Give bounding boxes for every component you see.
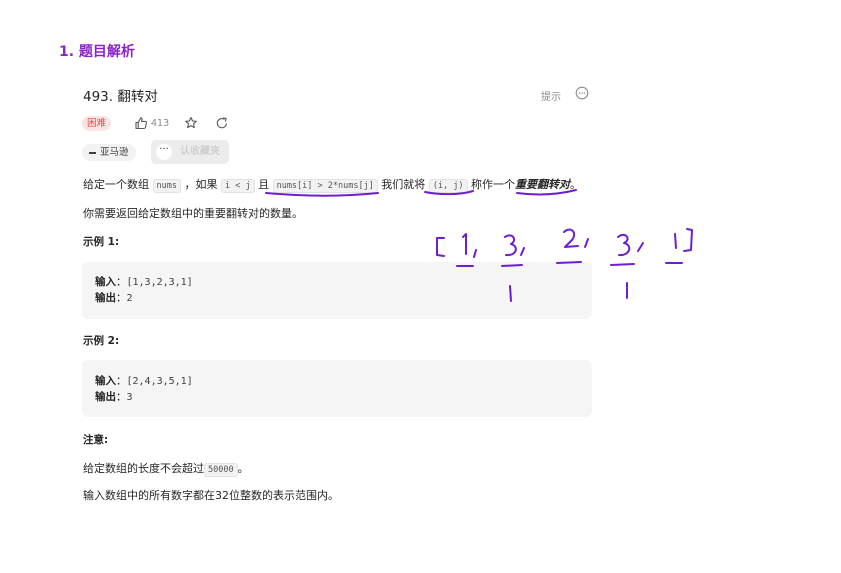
input-value: [1,3,2,3,1]	[126, 277, 193, 288]
ink-dash-4	[610, 263, 635, 266]
desc-text: 称作一个	[467, 178, 516, 191]
ink-digit-3b	[617, 233, 631, 257]
example-1-input: 输入：[1,3,2,3,1]	[95, 276, 193, 288]
ink-digit-3	[504, 234, 517, 257]
inline-code: nums[i] > 2*nums[j]	[272, 179, 378, 193]
tag-dash-icon	[89, 151, 96, 154]
note-line-1: 给定数组的长度不会超过 50000。	[83, 460, 249, 477]
example-2-box: 输入：[2,4,3,5,1] 输出：3	[82, 360, 592, 417]
ink-digit-2	[563, 228, 579, 248]
desc-text: 我们就将	[377, 178, 429, 191]
problem-title[interactable]: 493. 翻转对	[83, 85, 158, 105]
example-1-heading: 示例 1:	[83, 236, 120, 248]
thumbs-up-icon	[135, 117, 147, 130]
ink-underline-1	[265, 192, 379, 197]
example-2-input: 输入：[2,4,3,5,1]	[95, 375, 193, 387]
ink-comma-1	[473, 249, 477, 258]
more-options-icon[interactable]	[575, 86, 589, 100]
output-label: 输出	[95, 292, 116, 304]
ink-comma-4	[637, 242, 644, 252]
company-tag-label: 亚马逊	[100, 147, 129, 158]
inline-code: 50000	[204, 463, 238, 477]
like-count: 413	[151, 117, 170, 129]
input-label: 输入	[95, 276, 116, 288]
inline-code: nums	[152, 179, 181, 193]
ink-close-bracket	[683, 228, 693, 252]
ink-comma-3	[584, 238, 589, 248]
desc-text: 给定一个数组	[83, 178, 153, 191]
example-2-output: 输出：3	[95, 391, 133, 403]
difficulty-badge: 困难	[82, 116, 112, 131]
more-dots-icon: ···	[156, 144, 172, 160]
note-text: 。	[237, 462, 249, 475]
hint-link[interactable]: 提示	[541, 88, 561, 103]
ink-digit-1b	[674, 233, 677, 249]
output-label: 输出	[95, 391, 116, 403]
emphasis-term: 重要翻转对	[515, 178, 571, 191]
star-icon[interactable]	[184, 116, 198, 130]
description-paragraph-2: 你需要返回给定数组中的重要翻转对的数量。	[83, 207, 303, 220]
add-to-favorites-label: 认收藏夹	[180, 146, 220, 157]
example-2-heading: 示例 2:	[83, 335, 120, 347]
desc-text: 且	[254, 178, 273, 191]
like-button[interactable]: 413	[134, 116, 169, 130]
input-value: [2,4,3,5,1]	[126, 376, 193, 387]
inline-code: i < j	[220, 179, 255, 193]
output-value: 2	[126, 293, 133, 304]
input-label: 输入	[95, 375, 116, 387]
ink-open-bracket	[436, 237, 445, 257]
section-title: 1. 题目解析	[59, 44, 135, 60]
example-1-box: 输入：[1,3,2,3,1] 输出：2	[82, 262, 592, 319]
example-1-output: 输出：2	[95, 292, 133, 304]
description-paragraph-1: 给定一个数组 nums ，如果 i < j 且 nums[i] > 2*nums…	[83, 176, 582, 193]
company-tag[interactable]: 亚马逊	[82, 144, 136, 161]
inline-code: (i, j)	[428, 179, 468, 193]
note-line-2: 输入数组中的所有数字都在32位整数的表示范围内。	[83, 489, 339, 502]
ink-comma-2	[520, 247, 525, 256]
add-to-favorites-button[interactable]: ··· 认收藏夹	[151, 140, 229, 164]
share-icon[interactable]	[215, 116, 229, 130]
output-value: 3	[126, 392, 133, 403]
note-text: 给定数组的长度不会超过	[83, 462, 204, 475]
ink-digit-1	[462, 233, 467, 255]
note-heading: 注意:	[83, 434, 109, 446]
desc-text: ，如果	[180, 178, 221, 191]
desc-text: 。	[570, 178, 582, 191]
